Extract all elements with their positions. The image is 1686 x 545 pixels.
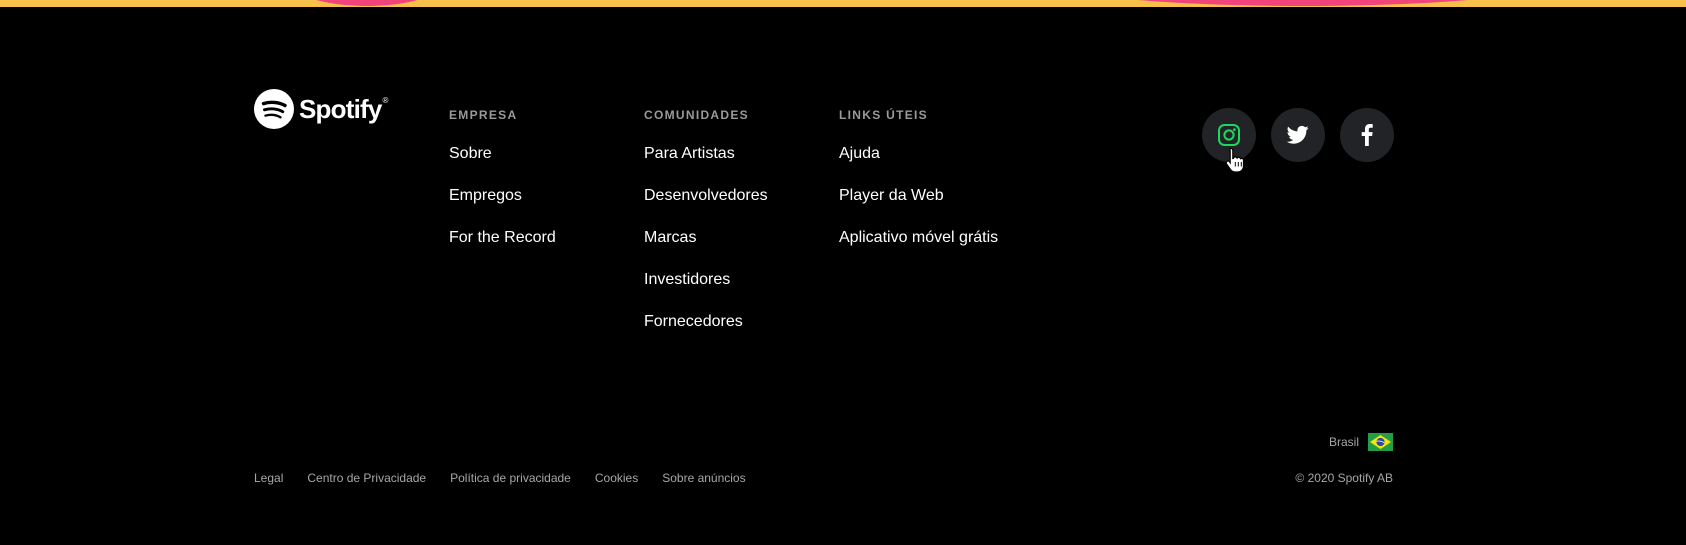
legal-link-centro-privacidade[interactable]: Centro de Privacidade xyxy=(307,471,426,485)
footer-link-player-da-web[interactable]: Player da Web xyxy=(839,187,944,204)
footer-link-fornecedores[interactable]: Fornecedores xyxy=(644,313,743,330)
country-label: Brasil xyxy=(1328,435,1359,449)
legal-link-politica-privacidade[interactable]: Política de privacidade xyxy=(450,471,571,485)
instagram-button[interactable] xyxy=(1202,108,1256,162)
footer-column-comunidades: COMUNIDADES Para Artistas Desenvolvedore… xyxy=(644,107,768,354)
spotify-logo-icon xyxy=(254,89,294,129)
site-footer: Spotify ® EMPRESA Sobre Empregos For the… xyxy=(0,7,1686,545)
social-links xyxy=(1202,108,1409,162)
footer-link-investidores[interactable]: Investidores xyxy=(644,271,730,288)
top-banner-edge xyxy=(0,0,1686,7)
footer-column-links-uteis: LINKS ÚTEIS Ajuda Player da Web Aplicati… xyxy=(839,107,998,270)
legal-links: Legal Centro de Privacidade Política de … xyxy=(254,471,770,485)
instagram-icon xyxy=(1218,124,1240,146)
footer-column-empresa: EMPRESA Sobre Empregos For the Record xyxy=(449,107,556,270)
footer-link-empregos[interactable]: Empregos xyxy=(449,187,522,204)
footer-link-marcas[interactable]: Marcas xyxy=(644,229,696,246)
country-selector[interactable]: Brasil xyxy=(1329,433,1393,451)
brazil-flag-icon xyxy=(1368,433,1393,451)
footer-link-desenvolvedores[interactable]: Desenvolvedores xyxy=(644,187,768,204)
copyright-text: © 2020 Spotify AB xyxy=(1295,471,1393,485)
banner-shape xyxy=(1058,0,1548,6)
facebook-icon xyxy=(1361,124,1373,146)
footer-link-ajuda[interactable]: Ajuda xyxy=(839,145,880,162)
footer-link-sobre[interactable]: Sobre xyxy=(449,145,492,162)
column-heading: EMPRESA xyxy=(449,108,518,122)
column-heading: COMUNIDADES xyxy=(644,108,749,122)
legal-link-sobre-anuncios[interactable]: Sobre anúncios xyxy=(662,471,745,485)
registered-mark: ® xyxy=(382,96,389,105)
column-heading: LINKS ÚTEIS xyxy=(839,108,928,122)
spotify-logo[interactable]: Spotify ® xyxy=(254,87,388,131)
twitter-icon xyxy=(1287,125,1309,144)
facebook-button[interactable] xyxy=(1340,108,1394,162)
banner-shape xyxy=(292,0,442,6)
brand-wordmark: Spotify xyxy=(299,94,382,124)
footer-link-for-the-record[interactable]: For the Record xyxy=(449,229,556,246)
footer-link-para-artistas[interactable]: Para Artistas xyxy=(644,145,735,162)
twitter-button[interactable] xyxy=(1271,108,1325,162)
legal-link-cookies[interactable]: Cookies xyxy=(595,471,638,485)
footer-link-aplicativo-movel[interactable]: Aplicativo móvel grátis xyxy=(839,229,998,246)
legal-link-legal[interactable]: Legal xyxy=(254,471,283,485)
